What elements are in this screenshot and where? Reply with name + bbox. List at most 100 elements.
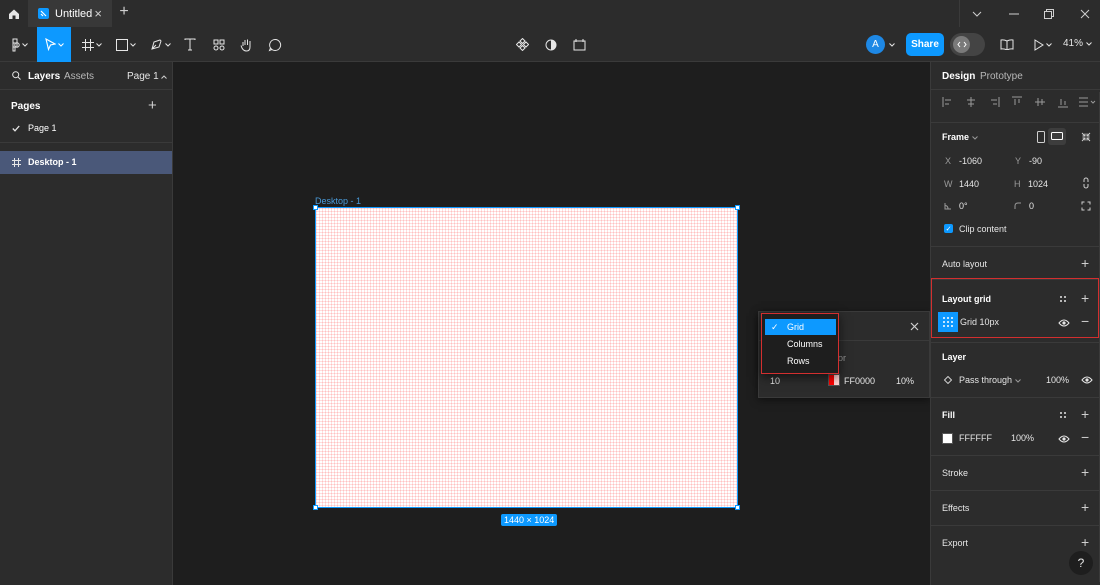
move-tool-button[interactable] xyxy=(37,27,71,62)
align-bottom-icon[interactable] xyxy=(1056,95,1070,109)
restore-icon[interactable] xyxy=(1032,0,1066,27)
tab-design[interactable]: Design xyxy=(942,71,975,82)
component-button[interactable] xyxy=(513,27,531,62)
align-right-icon[interactable] xyxy=(987,95,1001,109)
portrait-icon[interactable] xyxy=(1037,131,1045,143)
fill-styles-icon[interactable] xyxy=(1059,411,1067,419)
resize-handle-top-right[interactable] xyxy=(735,205,740,210)
constrain-proportions-icon[interactable] xyxy=(1082,177,1090,189)
chevron-down-icon xyxy=(1046,42,1052,47)
crop-button[interactable] xyxy=(570,27,588,62)
search-icon[interactable] xyxy=(12,71,21,80)
fill-color-input[interactable]: FFFFFF xyxy=(959,433,992,443)
clip-content-checkbox[interactable]: ✓ xyxy=(944,224,953,233)
landscape-button[interactable] xyxy=(1048,128,1066,145)
chevron-down-icon xyxy=(130,42,136,47)
grid-color-swatch[interactable] xyxy=(828,374,840,386)
rotation-input[interactable]: 0° xyxy=(959,201,968,211)
resize-handle-top-left[interactable] xyxy=(313,205,318,210)
frame-tool-button[interactable] xyxy=(78,27,106,62)
align-center-v-icon[interactable] xyxy=(1033,95,1047,109)
contrast-button[interactable] xyxy=(542,27,560,62)
comment-tool-button[interactable] xyxy=(265,27,285,62)
resize-to-fit-icon[interactable] xyxy=(1081,132,1091,142)
tab-assets[interactable]: Assets xyxy=(64,71,94,82)
independent-corners-icon[interactable] xyxy=(1081,201,1091,211)
grid-size-input[interactable]: 10 xyxy=(770,376,780,386)
auto-layout-title: Auto layout xyxy=(942,259,988,269)
x-input[interactable]: -1060 xyxy=(959,156,982,166)
new-tab-button[interactable]: + xyxy=(116,3,132,21)
library-button[interactable] xyxy=(998,27,1016,62)
pen-tool-button[interactable] xyxy=(146,27,174,62)
option-label: Grid xyxy=(787,322,805,332)
zoom-dropdown[interactable]: 41% xyxy=(1063,38,1092,49)
close-tab-icon[interactable]: × xyxy=(94,6,102,21)
file-tab[interactable]: Untitled × xyxy=(28,0,112,27)
corner-radius-input[interactable]: 0 xyxy=(1029,201,1034,211)
add-fill-icon[interactable]: + xyxy=(1081,406,1089,422)
tab-prototype[interactable]: Prototype xyxy=(980,71,1023,82)
grid-type-option-rows[interactable]: Rows xyxy=(765,353,836,369)
page-item[interactable]: Page 1 xyxy=(0,120,172,138)
share-button[interactable]: Share xyxy=(906,33,944,56)
fill-section-title: Fill xyxy=(942,410,955,420)
canvas[interactable]: Desktop - 1 1440 × 1024 or 10 FF0000 10%… xyxy=(173,62,930,585)
add-layout-grid-icon[interactable]: + xyxy=(1081,290,1089,306)
align-left-icon[interactable] xyxy=(941,95,955,109)
minimize-icon[interactable] xyxy=(997,0,1031,27)
shape-tool-button[interactable] xyxy=(112,27,140,62)
resources-tool-button[interactable] xyxy=(209,27,229,62)
tab-layers[interactable]: Layers xyxy=(28,71,60,82)
layout-grid-item-label[interactable]: Grid 10px xyxy=(960,317,999,327)
add-export-icon[interactable]: + xyxy=(1081,534,1089,550)
resources-icon xyxy=(213,39,225,50)
blend-mode-select[interactable]: Pass through xyxy=(959,375,1021,385)
layer-opacity-input[interactable]: 100% xyxy=(1046,375,1069,385)
present-button[interactable] xyxy=(1030,27,1056,62)
grid-type-option-columns[interactable]: Columns xyxy=(765,336,836,352)
frame-desktop-1[interactable] xyxy=(315,207,738,508)
hand-tool-button[interactable] xyxy=(237,27,257,62)
fill-color-swatch[interactable] xyxy=(942,433,953,444)
export-section-title: Export xyxy=(942,538,969,548)
layer-row[interactable]: Desktop - 1 xyxy=(0,151,172,174)
align-top-icon[interactable] xyxy=(1010,95,1024,109)
page-selector[interactable]: Page 1 xyxy=(127,71,168,82)
add-page-icon[interactable]: + xyxy=(148,97,157,114)
grid-styles-icon[interactable] xyxy=(1059,295,1067,303)
add-effect-icon[interactable]: + xyxy=(1081,499,1089,515)
text-tool-button[interactable] xyxy=(180,27,200,62)
eye-icon[interactable] xyxy=(1058,434,1070,444)
grid-settings-icon[interactable] xyxy=(938,312,958,332)
frame-section-title[interactable]: Frame xyxy=(942,132,978,142)
remove-layout-grid-icon[interactable]: − xyxy=(1081,313,1089,329)
frame-name-label[interactable]: Desktop - 1 xyxy=(315,196,361,206)
fill-opacity-input[interactable]: 100% xyxy=(1011,433,1034,443)
align-center-h-icon[interactable] xyxy=(964,95,978,109)
window-close-icon[interactable] xyxy=(1068,0,1100,27)
avatar[interactable]: A xyxy=(866,35,885,54)
eye-icon[interactable] xyxy=(1081,375,1093,385)
add-auto-layout-icon[interactable]: + xyxy=(1081,255,1089,271)
divider xyxy=(931,490,1100,491)
chevron-down-icon[interactable] xyxy=(889,43,895,47)
eye-icon[interactable] xyxy=(1058,318,1070,328)
close-icon[interactable] xyxy=(910,318,919,334)
resize-handle-bottom-left[interactable] xyxy=(313,505,318,510)
main-menu-button[interactable] xyxy=(5,27,33,62)
help-button[interactable]: ? xyxy=(1069,551,1093,575)
height-input[interactable]: 1024 xyxy=(1028,179,1048,189)
add-stroke-icon[interactable]: + xyxy=(1081,464,1089,480)
grid-type-option-grid[interactable]: ✓ Grid xyxy=(765,319,836,335)
home-button[interactable] xyxy=(0,0,27,27)
resize-handle-bottom-right[interactable] xyxy=(735,505,740,510)
remove-fill-icon[interactable]: − xyxy=(1081,429,1089,445)
distribute-icon[interactable] xyxy=(1078,95,1096,109)
grid-opacity-input[interactable]: 10% xyxy=(896,376,914,386)
width-input[interactable]: 1440 xyxy=(959,179,979,189)
chevron-down-icon[interactable] xyxy=(960,0,994,27)
y-input[interactable]: -90 xyxy=(1029,156,1042,166)
grid-color-input[interactable]: FF0000 xyxy=(844,376,875,386)
dev-mode-toggle[interactable] xyxy=(950,33,985,56)
